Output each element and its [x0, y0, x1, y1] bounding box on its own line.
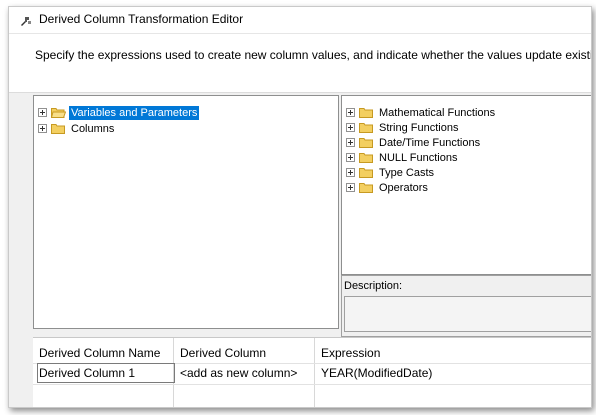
plus-expander-icon[interactable] [346, 168, 355, 177]
folder-open-icon [51, 108, 66, 118]
grid-header-row: Derived Column Name Derived Column Expre… [33, 343, 591, 363]
column-header-derived-column-name[interactable]: Derived Column Name [33, 343, 173, 363]
tree-node-label[interactable]: Operators [377, 181, 430, 195]
tree-node-label[interactable]: Date/Time Functions [377, 136, 482, 150]
tree-node-operators[interactable]: Operators [346, 180, 430, 195]
tree-node-type-casts[interactable]: Type Casts [346, 165, 436, 180]
functions-tree[interactable]: Mathematical Functions String Functions … [341, 95, 591, 275]
tree-node-mathematical-functions[interactable]: Mathematical Functions [346, 105, 497, 120]
tree-node-label[interactable]: Mathematical Functions [377, 106, 497, 120]
title-bar: Derived Column Transformation Editor [9, 7, 591, 34]
column-header-expression[interactable]: Expression [315, 343, 591, 363]
row-divider [33, 384, 591, 385]
plus-expander-icon[interactable] [346, 108, 355, 117]
folder-icon [359, 183, 373, 193]
derived-columns-grid[interactable]: Derived Column Name Derived Column Expre… [33, 337, 591, 407]
derived-column-name-cell[interactable]: Derived Column 1 [33, 363, 173, 383]
folder-icon [359, 138, 373, 148]
plus-expander-icon[interactable] [346, 183, 355, 192]
tree-node-label[interactable]: Variables and Parameters [69, 105, 200, 120]
variables-columns-tree[interactable]: Variables and Parameters Columns [33, 95, 339, 329]
editor-window: Derived Column Transformation Editor Spe… [8, 6, 592, 408]
description-panel: Description: [341, 275, 591, 337]
folder-icon [359, 168, 373, 178]
folder-icon [359, 123, 373, 133]
derived-column-cell[interactable]: <add as new column> [174, 363, 314, 383]
plus-expander-icon[interactable] [346, 123, 355, 132]
plus-expander-icon[interactable] [38, 108, 47, 117]
plus-expander-icon[interactable] [346, 153, 355, 162]
tree-node-label[interactable]: NULL Functions [377, 151, 459, 165]
instruction-text: Specify the expressions used to create n… [35, 48, 592, 62]
tree-node-string-functions[interactable]: String Functions [346, 120, 460, 135]
tree-node-label[interactable]: Columns [69, 122, 116, 136]
transformation-icon [21, 17, 31, 26]
window-title: Derived Column Transformation Editor [39, 12, 244, 26]
tree-node-null-functions[interactable]: NULL Functions [346, 150, 459, 165]
description-text [344, 296, 591, 332]
tree-node-columns[interactable]: Columns [38, 121, 116, 136]
header-area: Specify the expressions used to create n… [9, 34, 591, 93]
column-header-derived-column[interactable]: Derived Column [174, 343, 314, 363]
folder-icon [359, 108, 373, 118]
tree-node-variables-and-parameters[interactable]: Variables and Parameters [38, 105, 200, 120]
expression-cell[interactable]: YEAR(ModifiedDate) [315, 363, 591, 383]
tree-node-label[interactable]: String Functions [377, 121, 460, 135]
tree-node-date-time-functions[interactable]: Date/Time Functions [346, 135, 482, 150]
table-row[interactable]: Derived Column 1 <add as new column> YEA… [33, 363, 591, 383]
tree-node-label[interactable]: Type Casts [377, 166, 436, 180]
folder-icon [51, 124, 65, 134]
plus-expander-icon[interactable] [38, 124, 47, 133]
description-label: Description: [344, 280, 403, 292]
folder-icon [359, 153, 373, 163]
plus-expander-icon[interactable] [346, 138, 355, 147]
